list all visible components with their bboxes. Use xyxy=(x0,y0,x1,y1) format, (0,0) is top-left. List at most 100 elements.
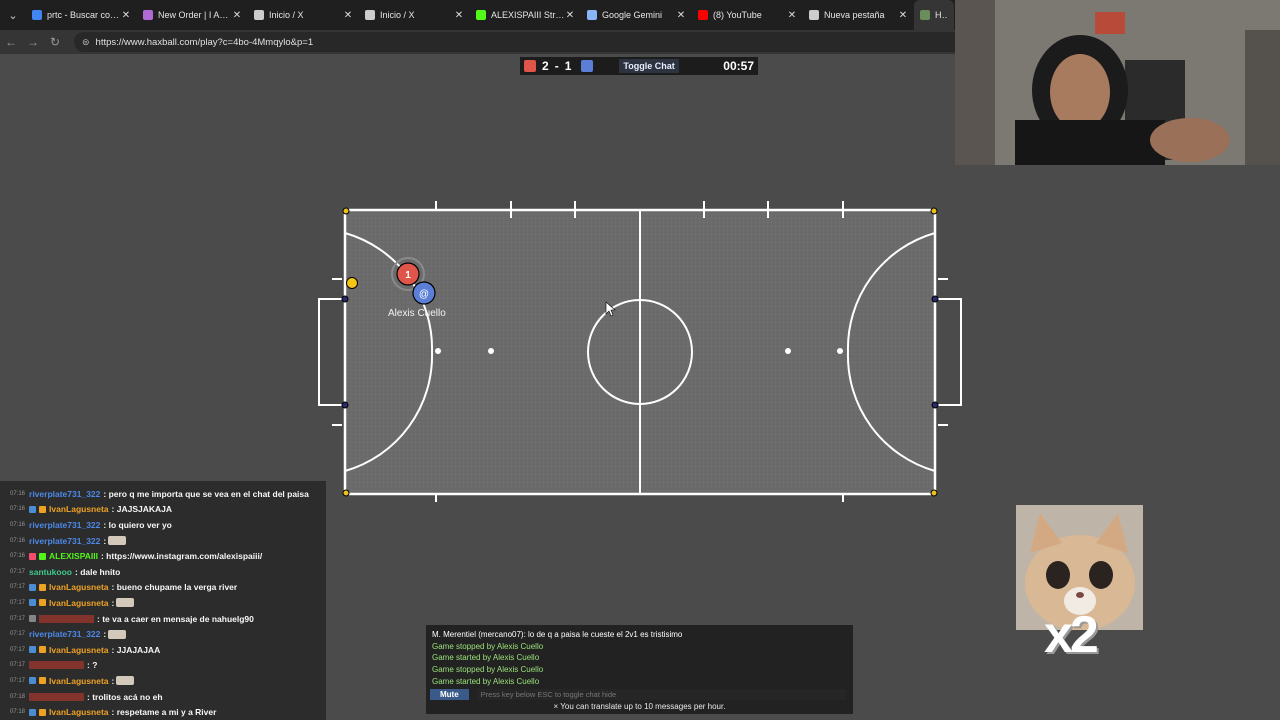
red-score: 2 xyxy=(542,59,549,73)
chat-timestamp: 07:16 xyxy=(10,553,26,560)
chat-message: 07:17 IvanLagusneta: JJAJAJAA xyxy=(0,642,326,658)
toggle-chat-button[interactable]: Toggle Chat xyxy=(619,59,679,73)
chat-text: : JAJSJAKAJA xyxy=(111,504,173,515)
chat-username[interactable]: IvanLagusneta xyxy=(49,676,109,686)
chat-username[interactable]: riverplate731_322 xyxy=(29,629,100,639)
tab-close-icon[interactable]: ✕ xyxy=(343,10,353,21)
tab-label: Inicio / X xyxy=(269,10,304,20)
site-info-icon[interactable]: ⊜ xyxy=(82,37,90,48)
chat-badge-icon xyxy=(39,677,47,685)
browser-tab[interactable]: Haxb xyxy=(914,0,954,30)
tab-close-icon[interactable]: ✕ xyxy=(898,10,908,21)
chat-username[interactable]: IvanLagusneta xyxy=(49,645,109,655)
tab-close-icon[interactable]: ✕ xyxy=(454,10,464,21)
chat-username[interactable]: riverplate731_322 xyxy=(29,536,100,546)
chat-timestamp: 07:17 xyxy=(10,615,26,622)
chat-username[interactable]: riverplate731_322 xyxy=(29,489,100,499)
chat-message: 07:17 riverplate731_322: xyxy=(0,626,326,642)
chat-username[interactable]: IvanLagusneta xyxy=(49,598,109,608)
chat-text: : xyxy=(111,597,115,608)
game-chat-log: M. Merentiel (mercano07): lo de q a pais… xyxy=(432,629,847,688)
tab-label: Haxb xyxy=(935,10,948,20)
tab-close-icon[interactable]: ✕ xyxy=(787,10,797,21)
x-logo-icon xyxy=(254,10,264,20)
browser-tab[interactable]: Inicio / X ✕ xyxy=(248,0,359,30)
chat-message: 07:17 IvanLagusneta: xyxy=(0,673,326,689)
x-logo-icon xyxy=(365,10,375,20)
reload-icon[interactable]: ↻ xyxy=(44,35,66,49)
browser-tab[interactable]: New Order | I Am Pr ✕ xyxy=(137,0,248,30)
right-goal-post xyxy=(931,401,939,409)
chat-text: : lo quiero ver yo xyxy=(103,519,172,530)
chat-badge-icon xyxy=(39,646,47,654)
browser-tab[interactable]: Nueva pestaña ✕ xyxy=(803,0,914,30)
browser-tab[interactable]: Inicio / X ✕ xyxy=(359,0,470,30)
scoreboard: 2 - 1 Toggle Chat 00:57 xyxy=(520,57,758,75)
chat-username[interactable] xyxy=(29,692,85,701)
chat-message: 07:17 IvanLagusneta: bueno chupame la ver… xyxy=(0,580,326,596)
chat-timestamp: 07:17 xyxy=(10,599,26,606)
chat-text: : pero q me importa que se vea en el cha… xyxy=(103,488,309,499)
tab-close-icon[interactable]: ✕ xyxy=(121,10,131,21)
penalty-spot xyxy=(435,348,441,354)
chat-username[interactable]: santukooo xyxy=(29,567,72,577)
tab-close-icon[interactable]: ✕ xyxy=(232,10,242,21)
emote-icon xyxy=(116,598,135,608)
chat-timestamp: 07:18 xyxy=(10,709,26,716)
corner-flag xyxy=(342,489,350,497)
left-goal-post xyxy=(341,295,349,303)
chat-timestamp: 07:17 xyxy=(10,584,26,591)
url-field[interactable]: ⊜ https://www.haxball.com/play?c=4bo-4Mm… xyxy=(74,32,974,52)
chat-input[interactable]: Press key below ESC to toggle chat hide xyxy=(476,689,846,700)
browser-tab[interactable]: ALEXISPAIII Stream ✕ xyxy=(470,0,581,30)
score-separator: - xyxy=(554,59,559,73)
mute-button[interactable]: Mute xyxy=(430,689,469,700)
blue-player-avatar: @ xyxy=(419,289,429,300)
chat-username[interactable] xyxy=(39,614,95,623)
browser-tab[interactable]: (8) YouTube ✕ xyxy=(692,0,803,30)
chat-message: 07:16 riverplate731_322: pero q me import… xyxy=(0,486,326,502)
youtube-icon xyxy=(698,10,708,20)
tab-strip: prtc - Buscar con Go✕New Order | I Am Pr… xyxy=(26,0,954,30)
haxball-icon xyxy=(920,10,930,20)
chat-message: 07:17: ? xyxy=(0,658,326,674)
chat-message: 07:17: te va a caer en mensaje de nahuel… xyxy=(0,611,326,627)
kick-logo-icon xyxy=(476,10,486,20)
browser-tab[interactable]: Google Gemini ✕ xyxy=(581,0,692,30)
chat-username[interactable] xyxy=(29,661,85,670)
chat-username[interactable]: IvanLagusneta xyxy=(49,707,109,717)
chat-timestamp: 07:18 xyxy=(10,693,26,700)
right-goal xyxy=(934,298,962,406)
sticker-multiplier: x2 xyxy=(1044,606,1099,664)
chat-text: : xyxy=(111,675,115,686)
chat-username[interactable]: IvanLagusneta xyxy=(49,582,109,592)
chat-timestamp: 07:17 xyxy=(10,677,26,684)
corner-flag xyxy=(342,207,350,215)
spark-icon xyxy=(143,10,153,20)
chat-username[interactable]: riverplate731_322 xyxy=(29,520,100,530)
chat-badge-icon xyxy=(29,708,37,716)
chat-text: : xyxy=(103,629,107,640)
chat-text: : xyxy=(103,535,107,546)
back-arrow-icon[interactable]: ← xyxy=(0,35,22,49)
tab-label: ALEXISPAIII Stream xyxy=(491,10,565,20)
game-chat-line: Game started by Alexis Cuello xyxy=(432,676,540,686)
stream-chat-panel: 07:16 riverplate731_322: pero q me import… xyxy=(0,481,326,720)
chat-text: : dale hnito xyxy=(75,566,121,577)
forward-arrow-icon[interactable]: → xyxy=(22,35,44,49)
tab-close-icon[interactable]: ✕ xyxy=(676,10,686,21)
google-g-icon xyxy=(32,10,42,20)
tab-close-icon[interactable]: ✕ xyxy=(565,10,575,21)
chat-message: 07:16 IvanLagusneta: JAJSJAKAJA xyxy=(0,502,326,518)
ball xyxy=(346,277,358,289)
chat-badge-icon xyxy=(39,505,47,513)
tab-search-chevron-icon[interactable]: ⌄ xyxy=(0,0,26,30)
browser-tab[interactable]: prtc - Buscar con Go✕ xyxy=(26,0,137,30)
chat-username[interactable]: ALEXISPAIII xyxy=(49,551,98,561)
chat-username[interactable]: IvanLagusneta xyxy=(49,504,109,514)
penalty-spot xyxy=(488,348,494,354)
chat-timestamp: 07:16 xyxy=(10,521,26,528)
translate-notice: × You can translate up to 10 messages pe… xyxy=(553,702,726,711)
chat-message: 07:17 IvanLagusneta: xyxy=(0,595,326,611)
corner-flag xyxy=(930,489,938,497)
